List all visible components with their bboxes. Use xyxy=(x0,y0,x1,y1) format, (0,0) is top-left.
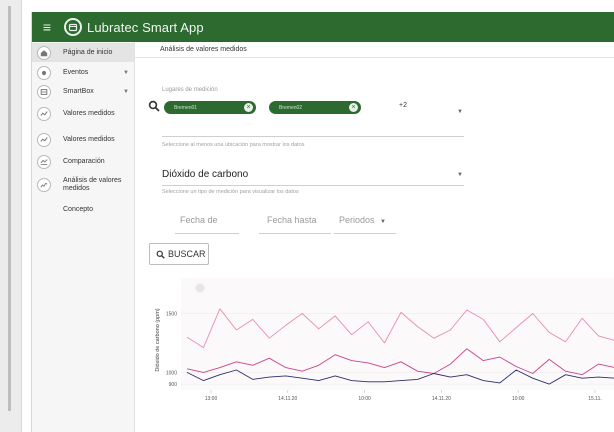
left-window-border xyxy=(8,6,11,411)
measurement-underline xyxy=(162,185,464,186)
y-tick-label: 900 xyxy=(169,382,178,388)
chart-icon xyxy=(37,106,51,121)
x-tick-label: 10:00 xyxy=(358,396,371,402)
location-chip[interactable]: Bremen01 × xyxy=(164,101,256,114)
sidebar-item[interactable]: Análisis de valores medidos xyxy=(32,171,134,199)
x-tick-label: 10:00 xyxy=(512,396,525,402)
sidebar-item[interactable]: SmartBox ▼ xyxy=(32,82,134,102)
compare-icon xyxy=(37,155,51,169)
locations-underline xyxy=(162,136,464,137)
location-chip[interactable]: Bremen02 × xyxy=(269,101,361,114)
periods-dropdown-icon[interactable]: ▼ xyxy=(380,219,386,225)
remove-chip-icon[interactable]: × xyxy=(349,103,358,112)
chart-canvas: 900 1000 1500 Dióxido de carbono (ppm) 13:00… xyxy=(155,278,614,402)
sidebar-item-label: Eventos xyxy=(63,68,89,76)
y-tick-label: 1000 xyxy=(166,370,177,376)
measurement-type-select[interactable]: Dióxido de carbono xyxy=(162,169,248,180)
app-window: ≡ Lubratec Smart App Página de inicio Eve… xyxy=(31,12,614,432)
remove-chip-icon[interactable]: × xyxy=(244,103,253,112)
x-tick-label: 14.11.20 xyxy=(432,396,451,402)
y-axis-label: Dióxido de carbono (ppm) xyxy=(155,308,161,371)
sidebar-item[interactable]: Eventos ▼ xyxy=(32,63,134,82)
plot-area xyxy=(181,278,614,390)
date-to-underline xyxy=(259,233,331,234)
date-from-underline xyxy=(175,233,239,234)
chart-options-icon xyxy=(195,283,205,293)
locations-hint: Seleccione al menos una ubicación para m… xyxy=(162,142,305,148)
co2-line-chart: 900 1000 1500 Dióxido de carbono (ppm) 13:00… xyxy=(145,278,614,408)
search-button-icon xyxy=(156,250,165,259)
sidebar-nav: Página de inicio Eventos ▼ SmartBox ▼ Valores… xyxy=(32,42,135,432)
app-logo-icon xyxy=(64,18,82,36)
location-chip-label: Bremen02 xyxy=(279,104,303,111)
app-topbar: ≡ Lubratec Smart App xyxy=(32,12,614,42)
location-chip-label: Bremen01 xyxy=(174,104,198,111)
app-title: Lubratec Smart App xyxy=(87,19,204,35)
analysis-icon xyxy=(37,178,51,192)
sidebar-item-label: SmartBox xyxy=(63,88,94,95)
left-window-rail xyxy=(0,0,22,432)
home-icon xyxy=(37,45,51,60)
more-locations-count: +2 xyxy=(399,102,407,109)
menu-icon: ≡ xyxy=(42,19,52,35)
x-tick-label: 15.11. xyxy=(588,396,602,402)
sidebar-item[interactable]: Valores medidos xyxy=(32,130,134,149)
sidebar-item-label: Página de inicio xyxy=(63,48,113,56)
periods-underline xyxy=(334,233,396,234)
search-icon[interactable] xyxy=(148,100,160,112)
sidebar-item[interactable]: Página de inicio xyxy=(32,43,134,62)
measurement-hint: Seleccione un tipo de medición para visu… xyxy=(162,189,299,195)
smartbox-icon xyxy=(37,85,51,99)
expand-icon[interactable]: ▼ xyxy=(123,70,129,76)
locations-dropdown-icon[interactable]: ▼ xyxy=(457,109,463,115)
menu-button[interactable]: ≡ xyxy=(34,12,60,42)
sidebar-item[interactable]: Valores medidos xyxy=(32,104,134,123)
breadcrumb: Análisis de valores medidos xyxy=(135,42,614,58)
y-tick-label: 1500 xyxy=(166,312,177,318)
events-icon xyxy=(37,65,51,80)
x-tick-label: 13:00 xyxy=(205,396,218,402)
periods-select[interactable]: Periodos xyxy=(339,215,375,225)
sidebar-item[interactable]: Concepto xyxy=(32,200,134,219)
expand-icon[interactable]: ▼ xyxy=(123,89,129,95)
locations-label: Lugares de medición xyxy=(162,87,218,93)
search-button[interactable]: BUSCAR xyxy=(149,243,209,265)
date-from-input[interactable]: Fecha de xyxy=(180,215,218,225)
breadcrumb-label: Análisis de valores medidos xyxy=(160,46,247,53)
measurement-dropdown-icon[interactable]: ▼ xyxy=(457,172,463,178)
sidebar-item-label: Análisis de valores medidos xyxy=(63,177,122,192)
date-to-input[interactable]: Fecha hasta xyxy=(267,215,317,225)
chart-icon xyxy=(37,132,51,147)
search-button-label: BUSCAR xyxy=(168,249,206,259)
sidebar-item-label: Valores medidos xyxy=(63,135,115,143)
sidebar-item-label: Comparación xyxy=(63,158,105,165)
sidebar-item[interactable]: Comparación xyxy=(32,153,134,171)
main-content: Análisis de valores medidos Lugares de m… xyxy=(135,42,614,432)
x-tick-label: 14.11.20 xyxy=(278,396,297,402)
sidebar-item-label: Concepto xyxy=(63,205,93,213)
sidebar-item-label: Valores medidos xyxy=(63,109,115,117)
